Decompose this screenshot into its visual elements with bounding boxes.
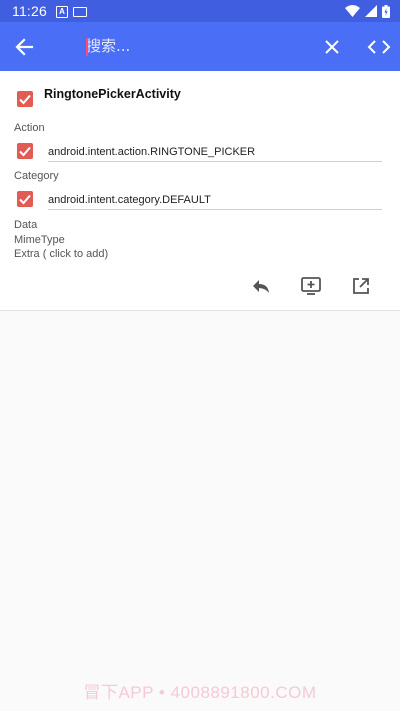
- open-external-icon[interactable]: [350, 275, 372, 297]
- battery-icon: [382, 4, 390, 18]
- watermark: 冒下APP • 4008891800.COM: [83, 683, 317, 702]
- status-time: 11:26: [12, 3, 47, 19]
- extra-add-link[interactable]: Extra ( click to add): [14, 248, 108, 260]
- mimetype-label: MimeType: [14, 234, 65, 246]
- intent-card: RingtonePickerActivity Action android.in…: [0, 71, 400, 311]
- check-icon: [19, 94, 31, 105]
- reply-icon[interactable]: [250, 275, 272, 297]
- keyboard-icon: [73, 7, 87, 17]
- status-icons: [345, 4, 390, 18]
- action-checkbox[interactable]: [17, 143, 33, 159]
- code-icon[interactable]: [365, 35, 393, 59]
- data-label: Data: [14, 219, 38, 231]
- status-bar: 11:26 A: [0, 0, 400, 22]
- text-caret: [86, 38, 88, 56]
- search-toolbar: [0, 22, 400, 71]
- activity-checkbox[interactable]: [17, 91, 33, 107]
- signal-icon: [365, 5, 377, 17]
- category-label: Category: [14, 170, 59, 182]
- android-a-icon: A: [56, 6, 68, 18]
- search-input[interactable]: [86, 34, 296, 58]
- check-icon: [19, 194, 31, 205]
- back-arrow-icon[interactable]: [10, 34, 38, 60]
- category-checkbox[interactable]: [17, 191, 33, 207]
- check-icon: [19, 146, 31, 157]
- cast-screen-icon[interactable]: [300, 275, 322, 297]
- action-field[interactable]: android.intent.action.RINGTONE_PICKER: [48, 143, 382, 162]
- close-icon[interactable]: [320, 35, 344, 59]
- action-label: Action: [14, 122, 45, 134]
- wifi-icon: [345, 5, 360, 17]
- activity-name: RingtonePickerActivity: [44, 87, 181, 101]
- category-field[interactable]: android.intent.category.DEFAULT: [48, 191, 382, 210]
